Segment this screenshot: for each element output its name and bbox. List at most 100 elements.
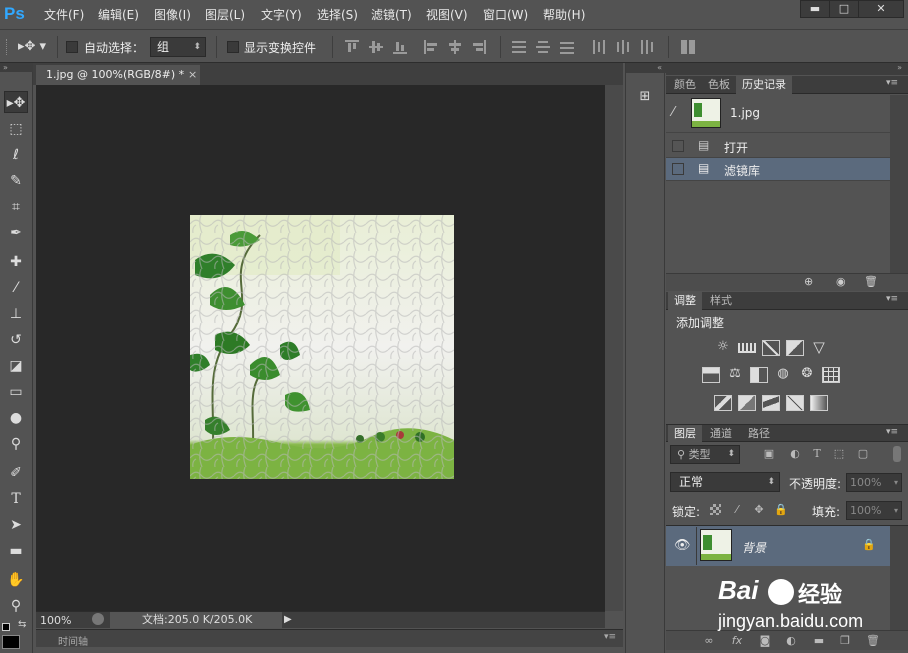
show-transform-checkbox[interactable] <box>227 41 239 53</box>
path-select-tool-icon[interactable]: ➤ <box>4 514 28 536</box>
levels-icon[interactable] <box>738 343 756 353</box>
zoom-level[interactable]: 100% <box>40 614 71 627</box>
menu-layer[interactable]: 图层(L) <box>205 6 245 23</box>
blend-mode-dropdown[interactable]: 正常 ⬍ <box>670 472 780 492</box>
status-menu-arrow-icon[interactable]: ▶ <box>284 614 292 625</box>
menu-view[interactable]: 视图(V) <box>426 6 468 23</box>
clone-stamp-tool-icon[interactable]: ⊥ <box>4 303 28 325</box>
align-hcenter-icon[interactable] <box>448 40 462 54</box>
group-folder-icon[interactable]: ▬ <box>810 633 828 649</box>
layer-name[interactable]: 背景 <box>742 539 766 556</box>
align-top-icon[interactable] <box>345 40 359 54</box>
distribute-hcenter-icon[interactable] <box>616 40 630 54</box>
history-item[interactable]: ▤ 打开 <box>666 135 890 158</box>
black-white-icon[interactable] <box>750 367 768 383</box>
lock-pixels-icon[interactable]: ⁄ <box>728 502 746 518</box>
new-layer-icon[interactable]: ❐ <box>836 633 854 649</box>
move-tool-preset-icon[interactable]: ▸✥ ▾ <box>18 38 48 56</box>
vertical-scrollbar[interactable] <box>605 85 623 611</box>
fill-field[interactable]: 100% ▾ <box>846 501 902 520</box>
eye-visibility-icon[interactable]: 👁 <box>674 538 691 553</box>
foreground-color-swatch[interactable] <box>2 635 20 649</box>
document-tab[interactable]: 1.jpg @ 100%(RGB/8#) * × <box>36 65 200 85</box>
marquee-tool-icon[interactable]: ⬚ <box>4 118 28 140</box>
align-vcenter-icon[interactable] <box>369 40 383 54</box>
history-item-selected[interactable]: ▤ 滤镜库 <box>666 158 890 181</box>
type-tool-icon[interactable]: T <box>4 488 28 510</box>
collapse-panels-icon[interactable]: » <box>666 63 908 75</box>
lock-all-icon[interactable]: 🔒 <box>772 502 790 518</box>
history-brush-tool-icon[interactable]: ↺ <box>4 329 28 351</box>
grip-handle[interactable] <box>6 39 9 55</box>
tab-color[interactable]: 颜色 <box>668 76 702 94</box>
adjustment-layer-icon[interactable]: ◐ <box>782 633 800 649</box>
panel-menu-icon[interactable]: ▾≡ <box>886 78 898 88</box>
tab-history[interactable]: 历史记录 <box>736 76 792 94</box>
distribute-vcenter-icon[interactable] <box>536 40 550 54</box>
history-source-checkbox[interactable] <box>672 163 684 175</box>
layer-filter-dropdown[interactable]: ⚲ 类型 ⬍ <box>670 445 740 464</box>
menu-type[interactable]: 文字(Y) <box>261 6 302 23</box>
channel-mixer-icon[interactable]: ❂ <box>798 366 816 382</box>
tab-styles[interactable]: 样式 <box>704 292 738 310</box>
link-icon[interactable]: ∞ <box>700 633 718 649</box>
selective-color-icon[interactable] <box>786 395 804 411</box>
fx-icon[interactable]: fx <box>728 633 746 649</box>
default-colors-icon[interactable] <box>2 623 10 631</box>
dodge-tool-icon[interactable]: ⚲ <box>4 433 28 455</box>
filter-smart-object-icon[interactable]: ▢ <box>854 446 872 462</box>
align-right-icon[interactable] <box>472 40 486 54</box>
filter-pixel-icon[interactable]: ▣ <box>760 446 778 462</box>
opacity-field[interactable]: 100% ▾ <box>846 473 902 492</box>
canvas-area[interactable] <box>36 85 605 611</box>
timeline-tab[interactable]: 时间轴 <box>58 633 88 648</box>
filter-adjustment-icon[interactable]: ◐ <box>786 446 804 462</box>
delete-state-icon[interactable]: 🗑 <box>864 275 878 288</box>
tab-layers[interactable]: 图层 <box>668 425 702 443</box>
invert-icon[interactable] <box>714 395 732 411</box>
menu-file[interactable]: 文件(F) <box>44 6 84 23</box>
eraser-tool-icon[interactable]: ◪ <box>4 355 28 377</box>
menu-window[interactable]: 窗口(W) <box>483 6 528 23</box>
menu-help[interactable]: 帮助(H) <box>543 6 585 23</box>
exposure-icon[interactable] <box>786 340 804 356</box>
eyedropper-tool-icon[interactable]: ✒ <box>4 222 28 244</box>
lock-position-icon[interactable]: ✥ <box>750 502 768 518</box>
status-info-icon[interactable] <box>92 613 104 625</box>
panel-menu-icon[interactable]: ▾≡ <box>886 294 898 304</box>
collapse-tools-icon[interactable]: » <box>0 63 33 72</box>
layer-row[interactable]: 👁 背景 🔒 <box>666 526 890 566</box>
color-lookup-icon[interactable] <box>822 367 840 383</box>
properties-panel-icon[interactable]: ⊞ <box>636 89 654 107</box>
hand-tool-icon[interactable]: ✋ <box>4 569 28 591</box>
threshold-icon[interactable] <box>762 395 780 411</box>
panel-menu-icon[interactable]: ▾≡ <box>886 427 898 437</box>
auto-align-icon[interactable] <box>681 40 695 54</box>
distribute-left-icon[interactable] <box>592 40 606 54</box>
auto-select-checkbox[interactable] <box>66 41 78 53</box>
maximize-button[interactable]: □ <box>829 0 859 18</box>
delete-icon[interactable]: 🗑 <box>864 633 882 649</box>
lasso-tool-icon[interactable]: ℓ <box>4 144 28 166</box>
quick-select-tool-icon[interactable]: ✎ <box>4 170 28 192</box>
filter-type-icon[interactable]: T <box>808 446 826 462</box>
history-brush-source-icon[interactable]: ⁄ <box>672 105 674 120</box>
lock-transparency-icon[interactable] <box>710 504 721 515</box>
move-tool-icon[interactable]: ▸✥ <box>4 91 28 113</box>
close-tab-icon[interactable]: × <box>188 65 197 85</box>
tab-adjustments[interactable]: 调整 <box>668 292 702 310</box>
brightness-icon[interactable]: ☼ <box>714 339 732 355</box>
crop-tool-icon[interactable]: ⌗ <box>4 196 28 218</box>
tab-channels[interactable]: 通道 <box>704 425 738 443</box>
minimize-button[interactable]: ▬ <box>800 0 830 18</box>
distribute-top-icon[interactable] <box>512 40 526 54</box>
align-bottom-icon[interactable] <box>393 40 407 54</box>
menu-filter[interactable]: 滤镜(T) <box>371 6 412 23</box>
blur-tool-icon[interactable]: ● <box>4 407 28 429</box>
new-document-from-state-icon[interactable]: ⊕ <box>804 275 813 288</box>
gradient-map-icon[interactable] <box>810 395 828 411</box>
align-left-icon[interactable] <box>424 40 438 54</box>
gradient-tool-icon[interactable]: ▭ <box>4 381 28 403</box>
healing-brush-tool-icon[interactable]: ✚ <box>4 251 28 273</box>
pen-tool-icon[interactable]: ✐ <box>4 462 28 484</box>
